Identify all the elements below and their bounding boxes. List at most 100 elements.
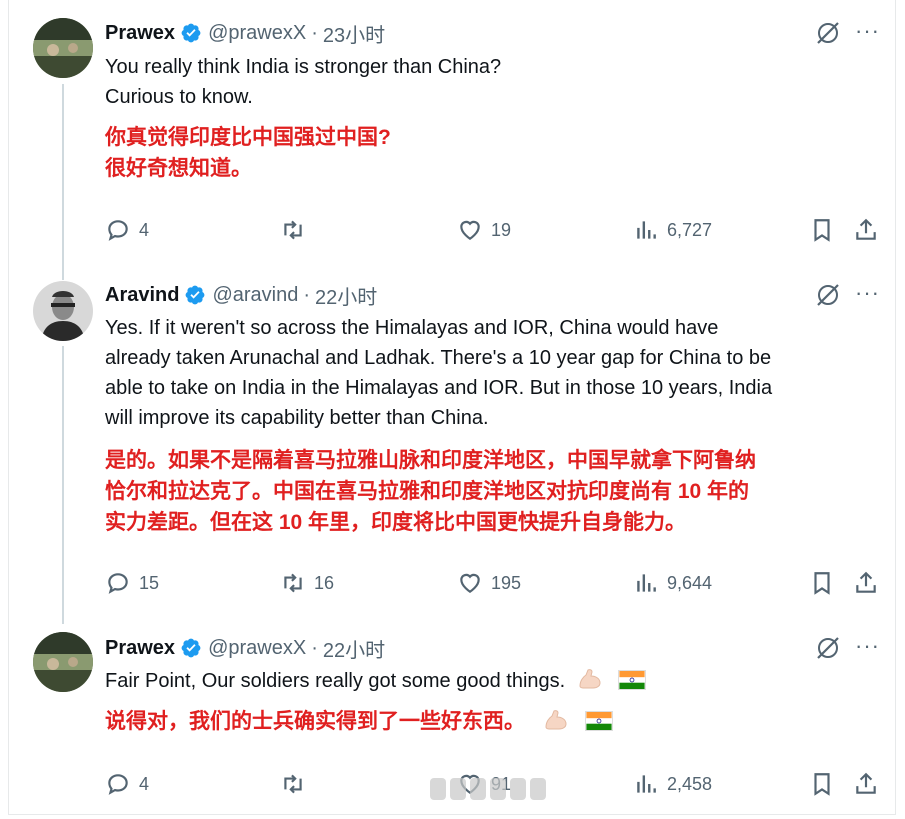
views-icon: [637, 221, 656, 239]
text-line: Fair Point, Our soldiers really got some…: [105, 666, 647, 696]
translation-text: 说得对，我们的士兵确实得到了一些好东西。: [105, 706, 613, 737]
avatar-prawex[interactable]: [33, 18, 93, 78]
user-handle[interactable]: @prawexX: [208, 637, 306, 660]
share-icon: [856, 772, 876, 794]
text-line: able to take on India in the Himalayas a…: [105, 377, 773, 399]
verified-badge-icon: [181, 638, 201, 658]
tweet-header: Aravind @aravind · 22小时: [105, 281, 377, 309]
retweet-button[interactable]: 16: [280, 568, 334, 598]
user-handle[interactable]: @prawexX: [208, 22, 306, 45]
translation-text: 是的。如果不是隔着喜马拉雅山脉和印度洋地区，中国早就拿下阿鲁纳 恰尔和拉达克了。…: [105, 445, 756, 538]
translation-line: 你真觉得印度比中国强过中国?: [105, 126, 391, 149]
watermark-block: [470, 778, 486, 800]
translation-line: 恰尔和拉达克了。中国在喜马拉雅和印度洋地区对抗印度尚有 10 年的: [105, 480, 750, 503]
timestamp[interactable]: 22小时: [323, 634, 385, 663]
reply-button[interactable]: 4: [105, 215, 149, 245]
reply-count: 4: [139, 773, 150, 794]
share-button[interactable]: [853, 215, 887, 245]
tweet-text: You really think India is stronger than …: [105, 52, 501, 112]
translation-line: 实力差距。但在这 10 年里，印度将比中国更快提升自身能力。: [105, 511, 687, 534]
action-bar: 15 16 195 9,644: [105, 568, 885, 598]
verified-badge-icon: [186, 285, 205, 305]
like-button[interactable]: 19: [457, 215, 511, 245]
retweet-icon: [284, 573, 302, 593]
like-button[interactable]: 195: [457, 568, 521, 598]
translation-text: 你真觉得印度比中国强过中国? 很好奇想知道。: [105, 122, 391, 184]
reply-icon: [108, 220, 128, 241]
separator-dot: ·: [303, 283, 311, 306]
views-button[interactable]: 6,727: [633, 215, 712, 245]
grok-icon[interactable]: [815, 282, 841, 308]
translation-line: 说得对，我们的士兵确实得到了一些好东西。: [105, 706, 613, 737]
verified-badge-icon: [181, 23, 201, 43]
bookmark-icon: [814, 773, 830, 796]
separator-dot: ·: [311, 636, 318, 659]
bookmark-button[interactable]: [809, 568, 843, 598]
views-count: 6,727: [667, 219, 713, 240]
grok-icon[interactable]: [815, 635, 841, 661]
retweet-icon: [284, 220, 302, 240]
reply-button[interactable]: 15: [105, 568, 159, 598]
india-flag-emoji: [584, 711, 613, 731]
text-line: already taken Arunachal and Ladhak. Ther…: [105, 347, 772, 369]
reply-icon: [108, 774, 128, 795]
translation-line: 很好奇想知道。: [105, 157, 252, 180]
watermark-overlay: [430, 778, 546, 800]
display-name[interactable]: Prawex: [105, 22, 175, 45]
more-icon[interactable]: ···: [855, 633, 880, 659]
watermark-block: [430, 778, 446, 800]
tweet-header: Prawex @prawexX · 22小时: [105, 634, 385, 662]
retweet-icon: [284, 774, 302, 794]
action-bar: 4 19 6,727: [105, 215, 885, 245]
text-line: You really think India is stronger than …: [105, 56, 502, 78]
share-button[interactable]: [853, 568, 887, 598]
tweet-text: Fair Point, Our soldiers really got some…: [105, 666, 647, 696]
timestamp[interactable]: 23小时: [323, 19, 385, 48]
watermark-block: [490, 778, 506, 800]
tweet-2[interactable]: Aravind @aravind · 22小时 ··· Yes. If it w…: [0, 270, 905, 620]
views-icon: [637, 574, 656, 592]
views-count: 9,644: [667, 572, 713, 593]
reply-icon: [108, 573, 128, 594]
flexed-biceps-emoji: [545, 710, 567, 730]
more-icon[interactable]: ···: [855, 18, 880, 44]
text-line: will improve its capability better than …: [105, 407, 489, 429]
tweet-header: Prawex @prawexX · 23小时: [105, 19, 385, 47]
reply-count: 4: [139, 219, 150, 240]
display-name[interactable]: Aravind: [105, 284, 179, 307]
avatar-aravind[interactable]: [33, 281, 93, 341]
share-icon: [856, 571, 876, 593]
views-icon: [637, 775, 656, 793]
display-name[interactable]: Prawex: [105, 637, 175, 660]
flexed-biceps-emoji: [579, 669, 601, 689]
views-button[interactable]: 2,458: [633, 769, 712, 799]
retweet-button[interactable]: [280, 769, 314, 799]
like-count: 19: [491, 219, 512, 240]
views-count: 2,458: [667, 773, 713, 794]
views-button[interactable]: 9,644: [633, 568, 712, 598]
india-flag-emoji: [618, 670, 647, 690]
timestamp[interactable]: 22小时: [315, 281, 377, 310]
tweet-1[interactable]: Prawex @prawexX · 23小时 ··· You really th…: [0, 0, 905, 270]
grok-icon[interactable]: [815, 20, 841, 46]
translation-line: 是的。如果不是隔着喜马拉雅山脉和印度洋地区，中国早就拿下阿鲁纳: [105, 449, 756, 472]
like-count: 195: [491, 572, 522, 593]
bookmark-button[interactable]: [809, 769, 843, 799]
reply-button[interactable]: 4: [105, 769, 149, 799]
text-line: Yes. If it weren't so across the Himalay…: [105, 317, 719, 339]
more-icon[interactable]: ···: [855, 280, 880, 306]
text-content: Fair Point, Our soldiers really got some…: [105, 670, 566, 692]
retweet-button[interactable]: [280, 215, 314, 245]
translation-content: 说得对，我们的士兵确实得到了一些好东西。: [105, 710, 525, 733]
share-button[interactable]: [853, 769, 887, 799]
bookmark-button[interactable]: [809, 215, 843, 245]
separator-dot: ·: [311, 21, 318, 44]
reply-count: 15: [139, 572, 160, 593]
user-handle[interactable]: @aravind: [212, 284, 298, 307]
watermark-block: [530, 778, 546, 800]
avatar-prawex[interactable]: [33, 632, 93, 692]
like-icon: [460, 573, 480, 593]
share-icon: [856, 218, 876, 240]
watermark-block: [510, 778, 526, 800]
like-icon: [460, 220, 480, 240]
